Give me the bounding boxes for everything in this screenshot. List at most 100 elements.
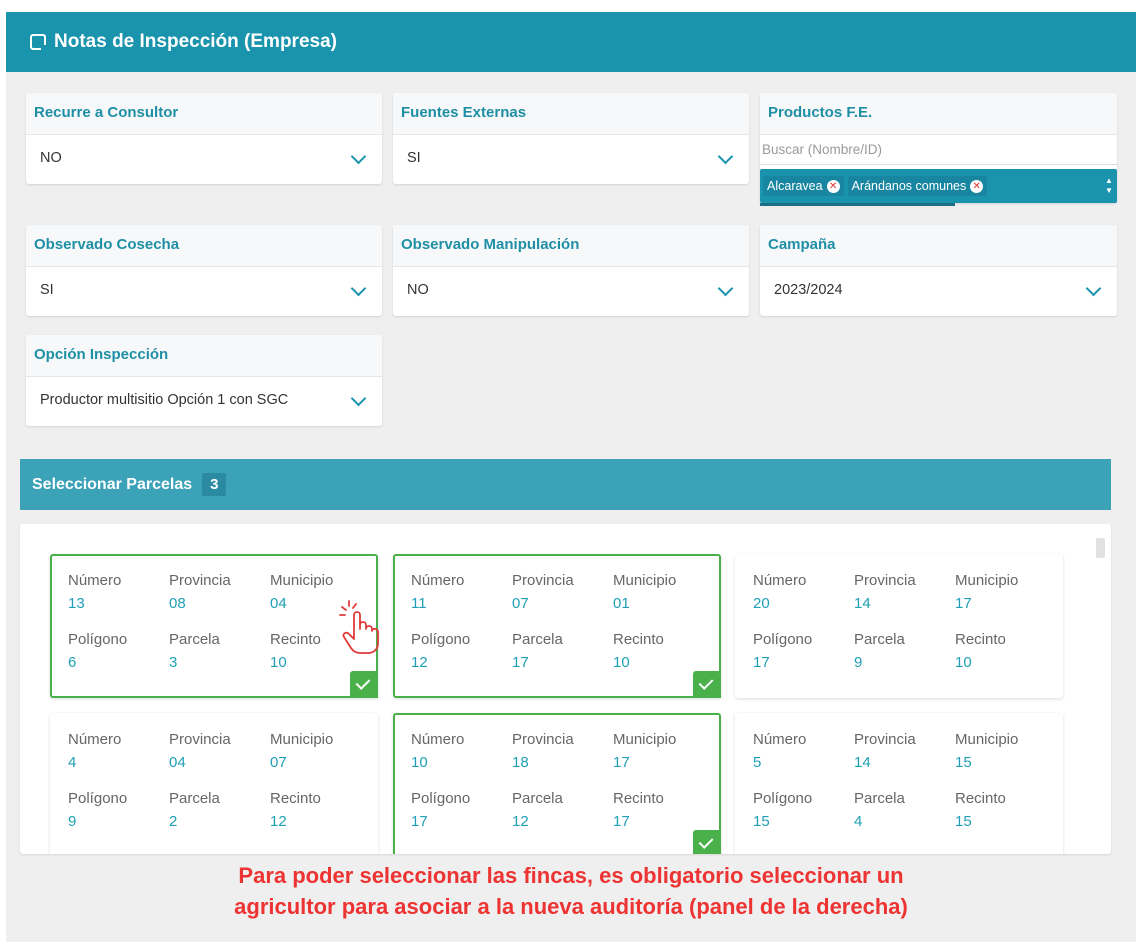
- product-tag[interactable]: Arándanos comunes ✕: [847, 176, 988, 196]
- campana-select[interactable]: 2023/2024: [760, 267, 1117, 315]
- panel-header: Notas de Inspección (Empresa): [6, 12, 1136, 72]
- parcela-card[interactable]: Número 4 Provincia 04 Municipio 07 Polígono 9 Pa…: [50, 713, 378, 854]
- parcela-field-value: 3: [169, 654, 178, 671]
- parcela-field-label: Recinto: [270, 631, 321, 648]
- parcela-field-value: 17: [411, 813, 428, 830]
- parcela-field-numero: Número 13: [68, 572, 121, 612]
- product-tag[interactable]: Alcaravea ✕: [763, 176, 844, 196]
- parcela-field-parcela: Parcela 3: [169, 631, 220, 671]
- chevron-down-icon[interactable]: [717, 148, 734, 165]
- parcela-field-value: 10: [411, 754, 428, 771]
- fuentes-externas-field: Fuentes Externas SI: [393, 93, 749, 184]
- parcela-field-municipio: Municipio 15: [955, 731, 1018, 771]
- parcela-field-value: 15: [955, 754, 972, 771]
- parcela-field-municipio: Municipio 17: [613, 731, 676, 771]
- parcela-field-label: Recinto: [613, 790, 664, 807]
- parcelas-grid: Número 13 Provincia 08 Municipio 04 Polígono 6 P…: [20, 524, 1111, 854]
- parcela-field-recinto: Recinto 10: [270, 631, 321, 671]
- chevron-down-icon[interactable]: [350, 280, 367, 297]
- parcela-card[interactable]: Número 13 Provincia 08 Municipio 04 Polígono 6 P…: [50, 554, 378, 698]
- chevron-down-icon[interactable]: [350, 148, 367, 165]
- parcela-field-value: 07: [512, 595, 529, 612]
- parcela-field-value: 01: [613, 595, 630, 612]
- chevron-down-icon[interactable]: [1085, 280, 1102, 297]
- parcela-field-label: Parcela: [854, 631, 905, 648]
- parcela-field-poligono: Polígono 9: [68, 790, 127, 830]
- recurre-consultor-select[interactable]: NO: [26, 135, 382, 183]
- productos-fe-field: Productos F.E. Buscar (Nombre/ID) Alcara…: [760, 93, 1117, 206]
- chevron-down-icon[interactable]: [350, 390, 367, 407]
- parcela-field-label: Parcela: [512, 631, 563, 648]
- parcela-field-recinto: Recinto 15: [955, 790, 1006, 830]
- parcela-card[interactable]: Número 11 Provincia 07 Municipio 01 Polígono 12…: [393, 554, 721, 698]
- parcela-field-recinto: Recinto 17: [613, 790, 664, 830]
- parcela-field-label: Provincia: [854, 731, 916, 748]
- parcela-card[interactable]: Número 20 Provincia 14 Municipio 17 Polígono 17…: [735, 554, 1063, 698]
- chevron-down-icon[interactable]: [717, 280, 734, 297]
- observado-cosecha-select[interactable]: SI: [26, 267, 382, 315]
- parcela-field-recinto: Recinto 12: [270, 790, 321, 830]
- parcela-field-value: 12: [512, 813, 529, 830]
- parcela-field-value: 9: [854, 654, 863, 671]
- parcela-field-label: Municipio: [270, 572, 334, 589]
- parcela-field-value: 07: [270, 754, 287, 771]
- parcela-field-value: 2: [169, 813, 178, 830]
- check-icon: [350, 671, 378, 698]
- parcela-field-value: 04: [169, 754, 186, 771]
- parcela-field-label: Número: [68, 731, 122, 748]
- parcela-field-label: Provincia: [169, 572, 231, 589]
- parcela-field-numero: Número 11: [411, 572, 464, 612]
- parcela-field-value: 17: [613, 813, 630, 830]
- parcela-field-label: Parcela: [854, 790, 905, 807]
- observado-cosecha-value: SI: [40, 282, 54, 298]
- opcion-inspeccion-select[interactable]: Productor multisitio Opción 1 con SGC: [26, 377, 382, 425]
- parcela-field-label: Provincia: [854, 572, 916, 589]
- spinner-arrows-icon[interactable]: ▲ ▼: [1105, 176, 1113, 196]
- parcela-field-municipio: Municipio 01: [613, 572, 676, 612]
- remove-tag-icon[interactable]: ✕: [970, 179, 984, 193]
- parcela-field-label: Municipio: [613, 731, 677, 748]
- hand-pointer-icon: [339, 600, 379, 654]
- grid-scrollbar[interactable]: [1096, 538, 1105, 558]
- parcela-field-recinto: Recinto 10: [955, 631, 1006, 671]
- parcela-field-poligono: Polígono 12: [411, 631, 470, 671]
- tag-list-scrollbar[interactable]: [760, 203, 955, 206]
- productos-search-input[interactable]: Buscar (Nombre/ID): [760, 135, 1117, 165]
- parcela-field-value: 9: [68, 813, 77, 830]
- product-tag-label: Arándanos comunes: [851, 179, 967, 193]
- recurre-consultor-field: Recurre a Consultor NO: [26, 93, 382, 184]
- observado-manipulacion-value: NO: [407, 282, 429, 298]
- parcela-field-label: Provincia: [512, 572, 574, 589]
- parcela-card[interactable]: Número 10 Provincia 18 Municipio 17 Polígono 17…: [393, 713, 721, 854]
- parcela-field-label: Provincia: [169, 731, 231, 748]
- observado-manipulacion-field: Observado Manipulación NO: [393, 225, 749, 316]
- remove-tag-icon[interactable]: ✕: [826, 179, 840, 193]
- parcela-field-parcela: Parcela 9: [854, 631, 905, 671]
- instruction-note-line2: agricultor para asociar a la nueva audit…: [234, 894, 908, 919]
- productos-tag-list[interactable]: Alcaravea ✕ Arándanos comunes ✕ ▲ ▼: [760, 169, 1117, 206]
- parcela-field-label: Recinto: [613, 631, 664, 648]
- observado-manipulacion-select[interactable]: NO: [393, 267, 749, 315]
- note-icon: [30, 34, 47, 51]
- parcela-field-numero: Número 10: [411, 731, 464, 771]
- parcela-field-label: Número: [411, 731, 465, 748]
- parcela-field-provincia: Provincia 18: [512, 731, 574, 771]
- selected-count-badge: 3: [202, 473, 227, 496]
- parcela-card[interactable]: Número 5 Provincia 14 Municipio 15 Polígono 15 P…: [735, 713, 1063, 854]
- parcela-field-value: 11: [411, 595, 427, 612]
- parcela-field-parcela: Parcela 12: [512, 790, 563, 830]
- parcela-field-municipio: Municipio 04: [270, 572, 333, 612]
- check-icon: [693, 671, 721, 698]
- parcela-field-value: 04: [270, 595, 287, 612]
- parcela-field-value: 10: [955, 654, 972, 671]
- fuentes-externas-select[interactable]: SI: [393, 135, 749, 183]
- product-tag-label: Alcaravea: [767, 179, 823, 193]
- parcela-field-value: 10: [613, 654, 630, 671]
- parcela-field-label: Polígono: [753, 631, 813, 648]
- parcela-field-parcela: Parcela 4: [854, 790, 905, 830]
- parcela-field-label: Número: [753, 731, 807, 748]
- parcela-field-label: Municipio: [613, 572, 677, 589]
- campana-value: 2023/2024: [774, 282, 843, 298]
- parcela-field-label: Polígono: [411, 790, 471, 807]
- parcela-field-provincia: Provincia 14: [854, 572, 916, 612]
